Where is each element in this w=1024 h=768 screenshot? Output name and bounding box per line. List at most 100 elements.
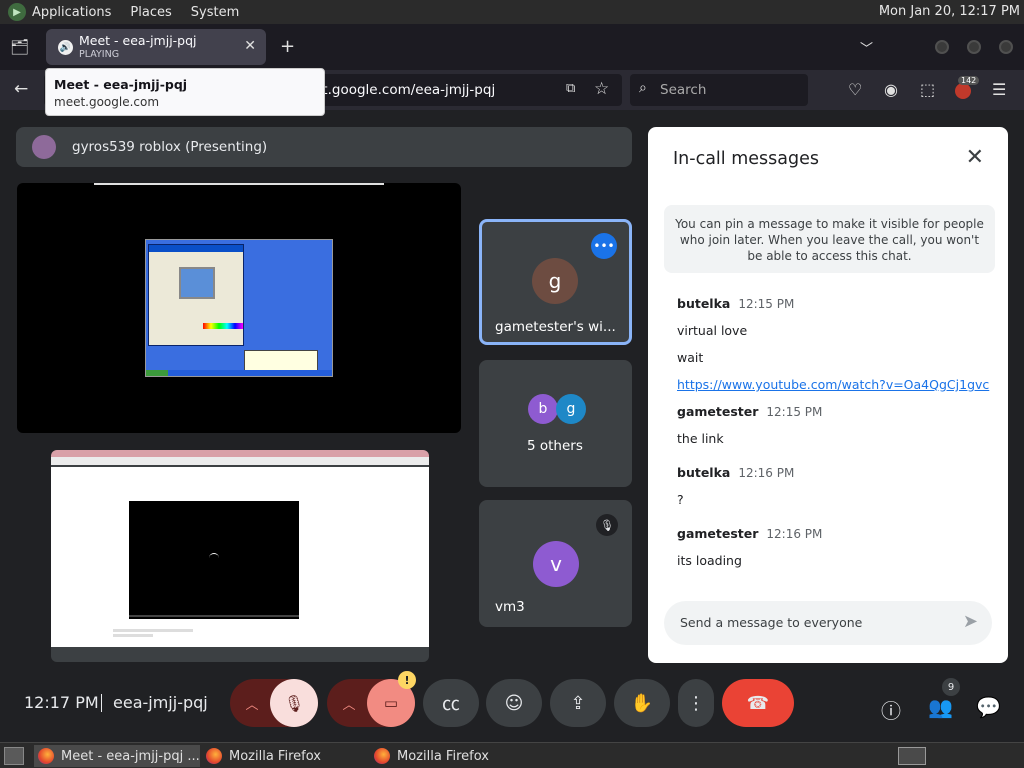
participant-tile-vm3[interactable]: 🎙 v vm3 (479, 500, 632, 627)
message-text: the link (677, 431, 724, 446)
message-link[interactable]: https://www.youtube.com/watch?v=Oa4QgCj1… (677, 377, 989, 392)
present-screen-button[interactable]: ⇪ (550, 679, 606, 727)
presenter-label: gyros539 roblox (Presenting) (72, 139, 268, 155)
panel-title: In-call messages (673, 149, 819, 169)
extensions-icon[interactable]: ⬚ (920, 80, 935, 99)
captions-button[interactable]: ㏄ (423, 679, 479, 727)
input-placeholder: Send a message to everyone (680, 615, 863, 630)
tab-tooltip: Meet - eea-jmjj-pqj meet.google.com (45, 68, 325, 116)
message-time: 12:15 PM (738, 297, 795, 311)
speaker-icon[interactable]: 🔊 (58, 40, 73, 55)
search-icon: ⌕ (639, 80, 647, 96)
shared-browser-video[interactable] (51, 450, 429, 662)
participant-tile-gametester[interactable]: ••• g gametester's wi... (479, 219, 632, 345)
list-all-tabs-chevron-icon[interactable]: ﹀ (860, 38, 873, 57)
taskbar-item-firefox[interactable]: Mozilla Firefox (202, 745, 368, 767)
tab-playing-status: PLAYING (79, 49, 120, 60)
picture-in-picture-icon[interactable]: ⧉ (566, 81, 575, 96)
message-text: its loading (677, 553, 742, 568)
close-icon[interactable]: ✕ (966, 145, 984, 170)
meeting-controls-bar: 12:17 PM eea-jmjj-pqj ︿ 🎙 ︿ ▭ ! ㏄ ☺ ⇪ ✋ … (0, 665, 1024, 742)
new-tab-icon[interactable]: + (280, 36, 295, 57)
bookmark-star-icon[interactable]: ☆ (594, 79, 609, 99)
microphone-control: ︿ 🎙 (230, 679, 318, 727)
tab-close-icon[interactable]: ✕ (244, 38, 256, 54)
message-sender: butelka (677, 296, 731, 311)
shared-browser-page (51, 467, 429, 647)
close-window-button[interactable] (999, 40, 1013, 54)
minimize-window-button[interactable] (935, 40, 949, 54)
more-options-icon[interactable]: ••• (591, 233, 617, 259)
leave-call-button[interactable]: ☎ (722, 679, 794, 727)
tab-title: Meet - eea-jmjj-pqj (79, 33, 197, 48)
people-icon[interactable]: 👥 (928, 695, 953, 719)
message-time: 12:15 PM (766, 405, 823, 419)
tooltip-host: meet.google.com (54, 95, 160, 109)
meet-page: gyros539 roblox (Presenting) ••• g gamet… (0, 110, 1024, 742)
audio-options-chevron-icon[interactable]: ︿ (230, 679, 274, 727)
firefox-view-icon[interactable]: 🗂 (10, 38, 30, 56)
tooltip-title: Meet - eea-jmjj-pqj (54, 77, 188, 92)
participant-name: gametester's wi... (495, 319, 616, 335)
show-desktop-icon[interactable] (4, 747, 24, 765)
avatar: b (528, 394, 558, 424)
message-time: 12:16 PM (738, 466, 795, 480)
participant-tile-others[interactable]: b g 5 others (479, 360, 632, 487)
shared-desktop-thumbnail (145, 239, 333, 377)
screen-share-video[interactable] (17, 183, 461, 433)
message-text: wait (677, 350, 704, 365)
system-menu[interactable]: System (191, 5, 239, 20)
message-sender: gametester (677, 404, 759, 419)
back-arrow-icon[interactable]: ← (14, 79, 28, 99)
more-options-button[interactable]: ⋮ (678, 679, 714, 727)
avatar: g (556, 394, 586, 424)
maximize-window-button[interactable] (967, 40, 981, 54)
emoji-reactions-button[interactable]: ☺ (486, 679, 542, 727)
url-text[interactable]: et.google.com/eea-jmjj-pqj (314, 82, 495, 98)
pin-notice: You can pin a message to make it visible… (664, 205, 995, 273)
meeting-details-icon[interactable]: ⓘ (881, 695, 901, 724)
browser-tab-meet[interactable]: 🔊 Meet - eea-jmjj-pqj PLAYING ✕ (46, 29, 266, 65)
pocket-icon[interactable]: ♡ (848, 80, 862, 99)
message-text: virtual love (677, 323, 748, 338)
extension-badge-count: 142 (958, 76, 980, 85)
loading-spinner-icon (209, 553, 219, 563)
presenter-avatar (32, 135, 56, 159)
chat-icon[interactable]: 💬 (976, 695, 1001, 719)
message-time: 12:16 PM (766, 527, 823, 541)
message-sender: butelka (677, 465, 731, 480)
avatar: v (533, 541, 579, 587)
message-group: gametester 12:15 PM the link (677, 404, 822, 446)
meeting-code: eea-jmjj-pqj (113, 693, 208, 712)
browser-tab-strip: 🗂 🔊 Meet - eea-jmjj-pqj PLAYING ✕ + ﹀ (0, 24, 1024, 70)
message-sender: gametester (677, 526, 759, 541)
raise-hand-button[interactable]: ✋ (614, 679, 670, 727)
mic-off-button[interactable]: 🎙 (270, 679, 318, 727)
message-group: butelka 12:15 PM virtual love wait https:… (677, 296, 989, 392)
message-group: butelka 12:16 PM ? (677, 465, 794, 507)
system-clock[interactable]: Mon Jan 20, 12:17 PM (879, 4, 1020, 19)
places-menu[interactable]: Places (130, 5, 171, 20)
account-icon[interactable]: ◉ (884, 80, 898, 99)
message-group: gametester 12:16 PM its loading (677, 526, 822, 568)
shared-popup (244, 350, 318, 372)
shared-video-player (129, 501, 299, 619)
participant-name: vm3 (495, 599, 525, 615)
firefox-icon (374, 748, 390, 764)
video-options-chevron-icon[interactable]: ︿ (327, 679, 371, 727)
ublock-extension-icon[interactable] (955, 83, 971, 99)
menu-hamburger-icon[interactable]: ☰ (992, 80, 1006, 99)
workspace-switcher[interactable] (898, 747, 926, 765)
applications-icon[interactable]: ▶ (8, 3, 26, 21)
message-text: ? (677, 492, 684, 507)
taskbar-item-firefox[interactable]: Mozilla Firefox (370, 745, 536, 767)
chat-message-input[interactable]: Send a message to everyone ➤ (664, 601, 992, 645)
send-icon[interactable]: ➤ (963, 611, 978, 632)
applications-menu[interactable]: Applications (32, 5, 111, 20)
firefox-icon (206, 748, 222, 764)
taskbar-item-meet[interactable]: Meet - eea-jmjj-pqj ... (34, 745, 200, 767)
presenter-bar: gyros539 roblox (Presenting) (16, 127, 632, 167)
search-input[interactable]: ⌕ Search (630, 74, 808, 106)
system-top-bar: ▶ Applications Places System ⋮ Mon Jan 2… (0, 0, 1024, 24)
system-taskbar: Meet - eea-jmjj-pqj ... Mozilla Firefox … (0, 742, 1024, 768)
